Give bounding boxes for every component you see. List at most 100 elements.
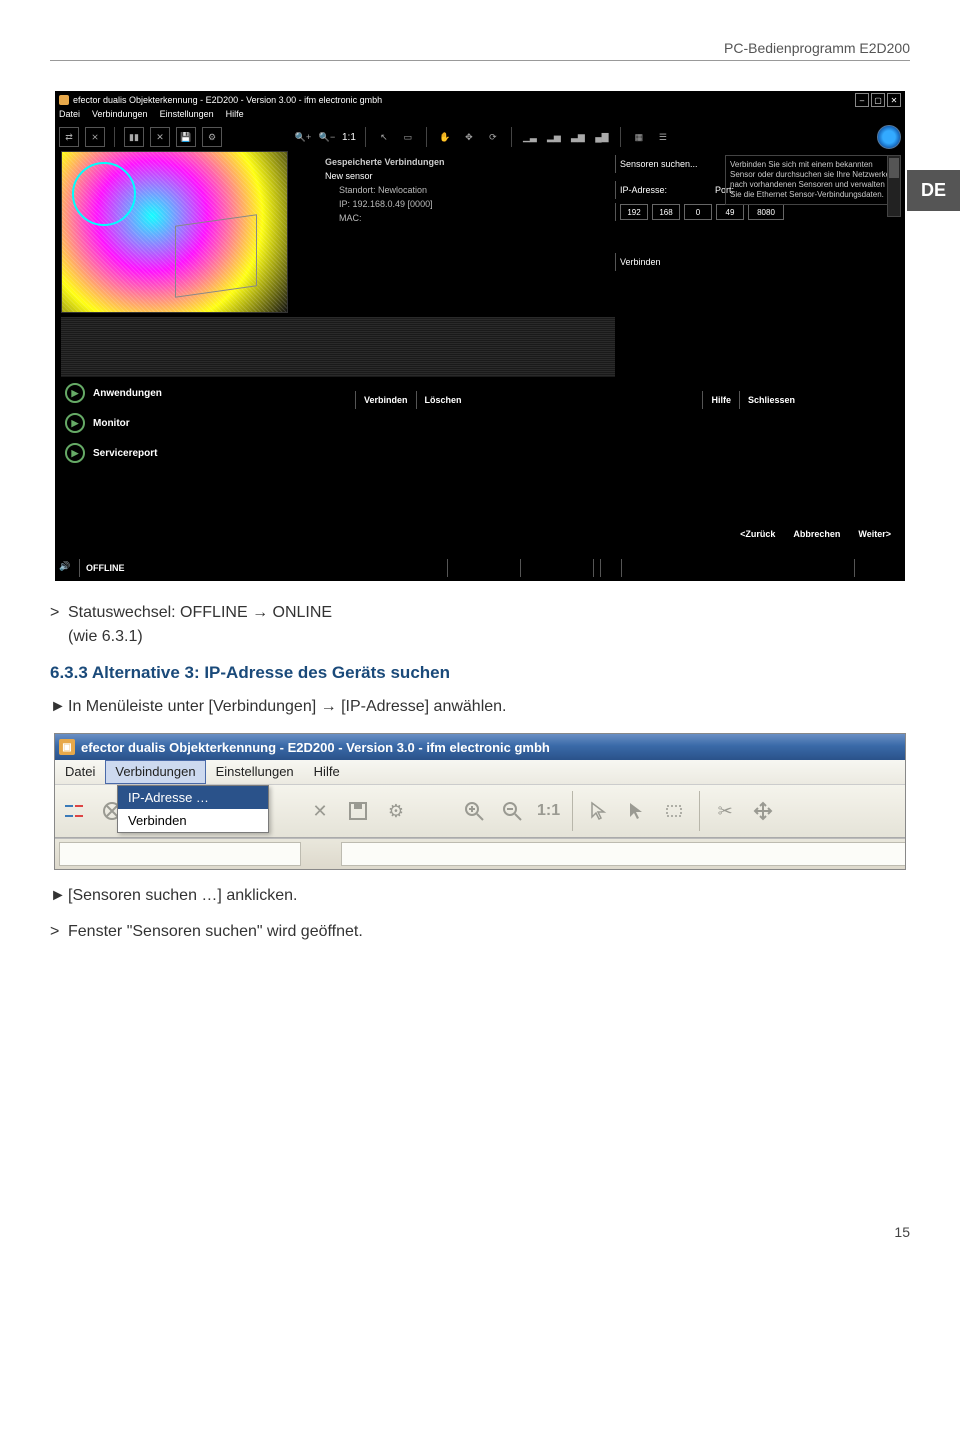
dialog-buttons: Verbinden Löschen Hilfe Schliessen — [355, 391, 795, 409]
globe-icon[interactable] — [877, 125, 901, 149]
menu2-einstellungen[interactable]: Einstellungen — [206, 760, 304, 784]
hand-icon[interactable]: ✋ — [436, 128, 454, 146]
pointer-icon-2[interactable] — [581, 794, 615, 828]
sidebar-item-servicereport[interactable]: ▶Servicereport — [65, 443, 162, 463]
tool-settings-icon[interactable]: ⚙ — [379, 794, 413, 828]
menu2-datei[interactable]: Datei — [55, 760, 105, 784]
dropdown-item-ipadresse[interactable]: IP-Adresse … — [118, 786, 268, 809]
saved-connections-heading: Gespeicherte Verbindungen — [325, 155, 605, 169]
stop-icon[interactable]: ✕ — [150, 127, 170, 147]
save-icon[interactable]: 💾 — [176, 127, 196, 147]
tool-save-icon[interactable] — [341, 794, 375, 828]
chart3-icon[interactable]: ▃▆ — [569, 128, 587, 146]
page-number: 15 — [50, 1224, 910, 1240]
text-menueleiste: ►In Menüleiste unter [Verbindungen] → [I… — [50, 695, 910, 719]
loeschen-btn[interactable]: Löschen — [425, 395, 462, 405]
preview-strip — [61, 317, 615, 377]
ip-octet-3[interactable]: 0 — [684, 204, 712, 220]
window-title-2: efector dualis Objekterkennung - E2D200 … — [81, 740, 550, 755]
sidebar-item-anwendungen[interactable]: ▶Anwendungen — [65, 383, 162, 403]
help-scrollbar[interactable] — [887, 155, 901, 217]
toolbar-2: IP-Adresse … Verbinden ✕ ⚙ 1:1 — [55, 784, 905, 838]
window-titlebar-2: ▣ efector dualis Objekterkennung - E2D20… — [55, 734, 905, 760]
connect-icon-2[interactable] — [57, 794, 91, 828]
back-button[interactable]: <Zurück — [740, 529, 775, 539]
disconnect-icon[interactable]: ⨯ — [85, 127, 105, 147]
panel-box-left — [59, 842, 301, 866]
window-title: efector dualis Objekterkennung - E2D200 … — [73, 95, 382, 105]
next-button[interactable]: Weiter> — [858, 529, 891, 539]
chart4-icon[interactable]: ▄▇ — [593, 128, 611, 146]
pointer-icon[interactable]: ↖ — [375, 128, 393, 146]
ip-octet-1[interactable]: 192 — [620, 204, 648, 220]
app-icon-2: ▣ — [59, 739, 75, 755]
section-6-3-3: 6.3.3 Alternative 3: IP-Adresse des Gerä… — [50, 663, 910, 683]
page-header: PC-Bedienprogramm E2D200 — [50, 40, 910, 61]
settings-icon[interactable]: ⚙ — [202, 127, 222, 147]
tool-x-icon[interactable]: ✕ — [303, 794, 337, 828]
dropdown-item-verbinden[interactable]: Verbinden — [118, 809, 268, 832]
saved-mac: MAC: — [339, 211, 605, 225]
maximize-icon[interactable]: ▢ — [871, 93, 885, 107]
close-icon[interactable]: ✕ — [887, 93, 901, 107]
list-icon[interactable]: ☰ — [654, 128, 672, 146]
zoom-out-icon[interactable]: 🔍− — [318, 128, 336, 146]
text-fenster-geoeffnet: >Fenster "Sensoren suchen" wird geöffnet… — [50, 920, 910, 944]
saved-ip: IP: 192.168.0.49 [0000] — [339, 197, 605, 211]
panel-row — [55, 838, 905, 869]
grid-icon[interactable]: ▦ — [630, 128, 648, 146]
search-sensors-button[interactable]: Sensoren suchen... — [620, 159, 698, 169]
sidebar-item-monitor[interactable]: ▶Monitor — [65, 413, 162, 433]
sidebar: ▶Anwendungen ▶Monitor ▶Servicereport — [65, 383, 162, 463]
select-rect-icon-2[interactable] — [657, 794, 691, 828]
menu2-hilfe[interactable]: Hilfe — [304, 760, 350, 784]
ip-octet-2[interactable]: 168 — [652, 204, 680, 220]
zoom-ratio: 1:1 — [342, 132, 356, 143]
saved-sensor-name[interactable]: New sensor — [325, 169, 605, 183]
verbindungen-dropdown: IP-Adresse … Verbinden — [117, 785, 269, 833]
port-field[interactable]: 8080 — [748, 204, 784, 220]
zoom-out-icon-2[interactable] — [495, 794, 529, 828]
pause-icon[interactable]: ▮▮ — [124, 127, 144, 147]
ip-octet-4[interactable]: 49 — [716, 204, 744, 220]
sound-icon[interactable]: 🔊 — [59, 561, 73, 575]
panel-box-right — [341, 842, 905, 866]
move-icon-2[interactable] — [746, 794, 780, 828]
menu-einstellungen[interactable]: Einstellungen — [160, 109, 214, 119]
schliessen-btn[interactable]: Schliessen — [748, 395, 795, 405]
minimize-icon[interactable]: – — [855, 93, 869, 107]
hilfe-btn[interactable]: Hilfe — [711, 395, 731, 405]
menu-hilfe[interactable]: Hilfe — [226, 109, 244, 119]
window-titlebar: efector dualis Objekterkennung - E2D200 … — [59, 93, 901, 107]
menu-verbindungen[interactable]: Verbindungen — [92, 109, 148, 119]
cancel-button[interactable]: Abbrechen — [793, 529, 840, 539]
zoom-in-icon[interactable]: 🔍+ — [294, 128, 312, 146]
screenshot-app-dark: efector dualis Objekterkennung - E2D200 … — [55, 91, 905, 581]
toolbar: ⇄ ⨯ ▮▮ ✕ 💾 ⚙ 🔍+ 🔍− 1:1 ↖ ▭ ✋ ✥ ⟳ ▁▃ ▂▅ ▃… — [59, 125, 901, 149]
saved-connections-panel: Gespeicherte Verbindungen New sensor Sta… — [325, 155, 605, 225]
select-icon[interactable]: ▭ — [399, 128, 417, 146]
text-statuswechsel: >Statuswechsel: OFFLINE → ONLINE (wie 6.… — [50, 601, 910, 649]
move-icon[interactable]: ✥ — [460, 128, 478, 146]
app-icon — [59, 95, 69, 105]
menubar-2: Datei Verbindungen Einstellungen Hilfe — [55, 760, 905, 784]
verbinden-button[interactable]: Verbinden — [620, 257, 661, 267]
menu2-verbindungen[interactable]: Verbindungen — [105, 760, 205, 784]
pointer2-icon-2[interactable] — [619, 794, 653, 828]
connect-icon[interactable]: ⇄ — [59, 127, 79, 147]
chart2-icon[interactable]: ▂▅ — [545, 128, 563, 146]
zoom-in-icon-2[interactable] — [457, 794, 491, 828]
zoom-ratio-2: 1:1 — [537, 802, 560, 820]
status-offline: OFFLINE — [86, 563, 125, 573]
rotate-icon[interactable]: ⟳ — [484, 128, 502, 146]
menubar: Datei Verbindungen Einstellungen Hilfe — [59, 109, 244, 119]
help-text: Verbinden Sie sich mit einem bekannten S… — [725, 155, 900, 205]
cut-icon-2[interactable]: ✂ — [708, 794, 742, 828]
chart1-icon[interactable]: ▁▃ — [521, 128, 539, 146]
saved-location: Standort: Newlocation — [339, 183, 605, 197]
verbinden-btn[interactable]: Verbinden — [364, 395, 408, 405]
menu-datei[interactable]: Datei — [59, 109, 80, 119]
statusbar: 🔊 OFFLINE — [59, 559, 901, 577]
screenshot-app-light: ▣ efector dualis Objekterkennung - E2D20… — [54, 733, 906, 870]
language-badge-de: DE — [907, 170, 960, 211]
